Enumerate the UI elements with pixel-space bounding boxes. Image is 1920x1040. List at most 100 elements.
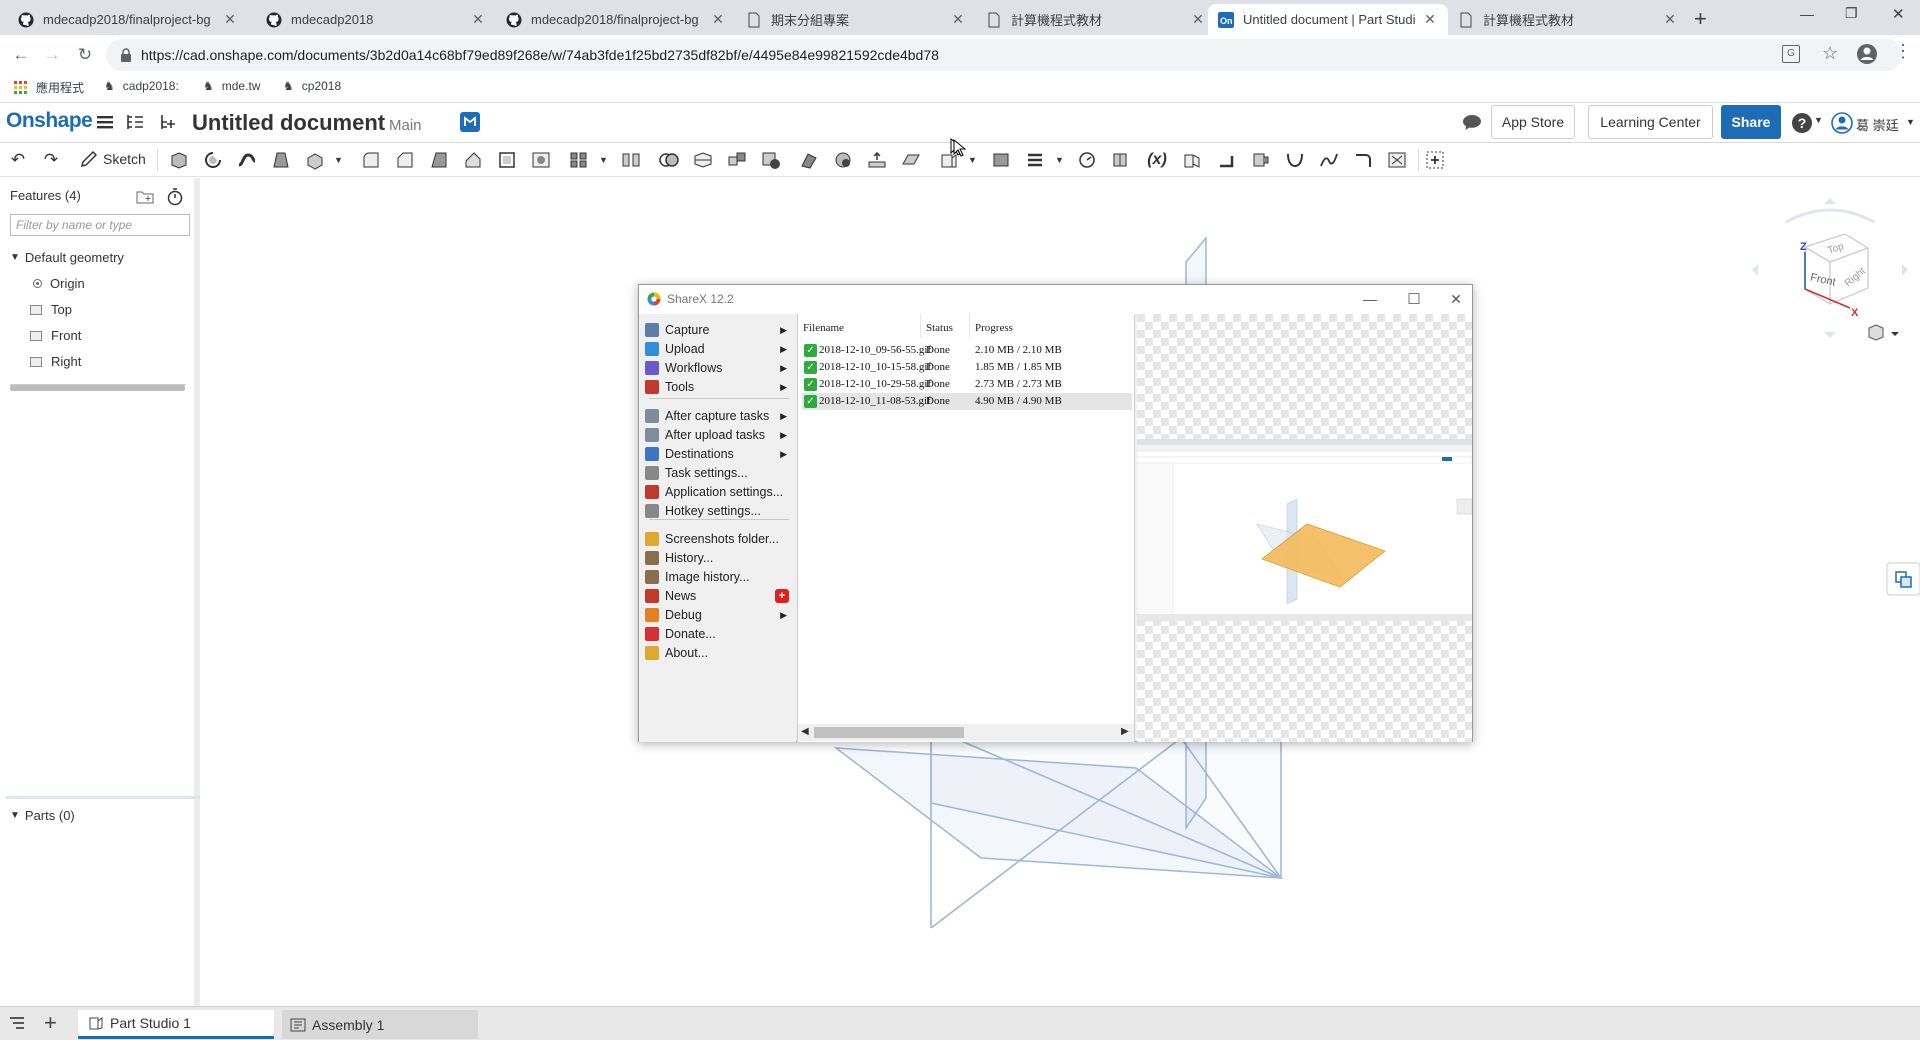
chevron-down-icon[interactable]: ▼	[1055, 155, 1064, 165]
share-button[interactable]: Share	[1721, 105, 1781, 139]
mate-connector-icon[interactable]	[990, 150, 1012, 170]
scroll-left-icon[interactable]: ◀	[801, 726, 809, 737]
horizontal-scrollbar[interactable]: ◀ ▶	[798, 724, 1134, 741]
add-element-button[interactable]: +	[44, 1010, 57, 1036]
minimize-icon[interactable]: —	[1355, 288, 1385, 310]
sharex-window[interactable]: ShareX 12.2 — ☐ ✕ Capture ▶ Upload ▶ Workflo…	[638, 284, 1473, 742]
tree-item-front[interactable]: Front	[30, 328, 81, 343]
loft-icon[interactable]	[270, 150, 292, 170]
bend-icon[interactable]	[1284, 150, 1306, 170]
translate-icon[interactable]: G	[1782, 45, 1800, 63]
plane-icon[interactable]	[900, 150, 922, 170]
user-avatar-icon[interactable]	[1831, 112, 1853, 134]
fillet-icon[interactable]	[360, 150, 382, 170]
new-tab-button[interactable]: +	[1694, 6, 1707, 32]
sketch-button[interactable]: Sketch	[80, 150, 146, 168]
column-header-filename[interactable]: Filename	[803, 322, 844, 334]
scrollbar-thumb[interactable]	[814, 727, 964, 738]
column-header-progress[interactable]: Progress	[975, 322, 1013, 334]
add-custom-feature-icon[interactable]	[1424, 150, 1446, 170]
replace-face-icon[interactable]	[832, 150, 854, 170]
table-row[interactable]: ✓ 2018-12-10_09-56-55.gif Done 2.10 MB /…	[802, 342, 1132, 359]
extrude-icon[interactable]	[168, 150, 190, 170]
bookmark-cadp2018[interactable]: ♞ cadp2018:	[104, 79, 179, 93]
move-face-icon[interactable]	[798, 150, 820, 170]
rollback-bar[interactable]	[10, 385, 185, 391]
hole-icon[interactable]	[530, 150, 552, 170]
comments-icon[interactable]	[1462, 114, 1482, 131]
close-tab-icon[interactable]: ✕	[950, 11, 966, 28]
split-icon[interactable]	[692, 150, 714, 170]
configurations-panel-icon[interactable]	[1886, 562, 1920, 596]
close-tab-icon[interactable]: ✕	[710, 11, 726, 28]
version-graph-icon[interactable]	[460, 112, 480, 132]
app-store-button[interactable]: App Store	[1491, 105, 1575, 139]
unfold-icon[interactable]	[1386, 150, 1408, 170]
close-icon[interactable]: ✕	[1441, 288, 1471, 310]
insert-icon[interactable]	[158, 113, 176, 131]
tree-item-top[interactable]: Top	[30, 302, 72, 317]
chevron-down-icon[interactable]: ▼	[10, 810, 20, 821]
address-bar[interactable]: https://cad.onshape.com/documents/3b2d0a…	[106, 39, 1902, 71]
browser-tab[interactable]: mdecadp2018 ✕	[256, 4, 496, 35]
browser-tab[interactable]: 計算機程式教材 ✕	[1448, 4, 1688, 35]
measure-icon[interactable]	[1076, 150, 1098, 170]
browser-tab-active[interactable]: On Untitled document | Part Studi ✕	[1208, 4, 1448, 35]
default-geometry-node[interactable]: ▼ Default geometry	[10, 250, 124, 265]
view-cube[interactable]: Top Front Right Z X	[1750, 192, 1920, 342]
offset-surface-icon[interactable]	[866, 150, 888, 170]
wrap-icon[interactable]	[1110, 150, 1132, 170]
mirror-icon[interactable]	[620, 150, 642, 170]
bookmark-star-icon[interactable]: ☆	[1822, 43, 1838, 64]
variable-icon[interactable]: (x)	[1144, 150, 1170, 170]
panel-splitter[interactable]	[6, 796, 200, 799]
scroll-right-icon[interactable]: ▶	[1121, 726, 1129, 737]
back-arrow-icon[interactable]: ←	[7, 41, 35, 69]
helix-icon[interactable]	[1024, 150, 1046, 170]
chevron-down-icon[interactable]: ▼	[1814, 115, 1823, 125]
help-icon[interactable]: ?	[1792, 113, 1812, 133]
tab-assembly-1[interactable]: Assembly 1	[282, 1010, 478, 1039]
bookmark-apps[interactable]: 應用程式	[14, 79, 84, 96]
bookmark-cp2018[interactable]: ♞ cp2018	[283, 79, 341, 93]
hamburger-menu-icon[interactable]	[97, 114, 113, 130]
form-icon[interactable]	[1318, 150, 1340, 170]
bookmark-mde[interactable]: ♞ mde.tw	[203, 79, 260, 93]
view-options-icon[interactable]	[1866, 324, 1900, 342]
close-tab-icon[interactable]: ✕	[1422, 11, 1438, 28]
transform-icon[interactable]	[726, 150, 748, 170]
profile-icon[interactable]	[1856, 43, 1878, 65]
browser-tab[interactable]: 計算機程式教材 ✕	[976, 4, 1216, 35]
tree-item-right[interactable]: Right	[30, 354, 81, 369]
revolve-icon[interactable]	[202, 150, 224, 170]
learning-center-button[interactable]: Learning Center	[1588, 105, 1713, 139]
menu-item-tools[interactable]: Tools ▶	[645, 376, 793, 398]
sheet-metal-icon[interactable]	[1182, 150, 1204, 170]
minimize-window-icon[interactable]: —	[1800, 6, 1814, 22]
tab-manager-icon[interactable]	[9, 1016, 25, 1030]
table-row[interactable]: ✓ 2018-12-10_10-15-58.gif Done 1.85 MB /…	[802, 359, 1132, 376]
close-tab-icon[interactable]: ✕	[470, 11, 486, 28]
chevron-down-icon[interactable]: ▼	[968, 155, 977, 165]
feature-filter-input[interactable]: Filter by name or type	[10, 214, 190, 236]
tab-sm-icon[interactable]	[1250, 150, 1272, 170]
column-header-status[interactable]: Status	[926, 322, 953, 334]
menu-item-about[interactable]: About...	[645, 642, 793, 664]
thicken-icon[interactable]	[304, 150, 326, 170]
branch-label[interactable]: Main	[389, 117, 422, 134]
task-list[interactable]: Filename Status Progress ✓ 2018-12-10_09…	[797, 314, 1135, 742]
shell-icon[interactable]	[496, 150, 518, 170]
features-title[interactable]: Features (4)	[10, 188, 81, 203]
flange-icon[interactable]	[1216, 150, 1238, 170]
menu-dots-icon[interactable]: ⋮	[1894, 41, 1912, 62]
table-row-selected[interactable]: ✓ 2018-12-10_11-08-53.gif Done 4.90 MB /…	[802, 393, 1132, 410]
chevron-down-icon[interactable]: ▼	[334, 155, 343, 165]
corner-icon[interactable]	[1352, 150, 1374, 170]
close-tab-icon[interactable]: ✕	[222, 11, 238, 28]
parts-node[interactable]: ▼ Parts (0)	[10, 808, 75, 823]
browser-tab[interactable]: mdecadp2018/finalproject-bg ✕	[8, 4, 248, 35]
onshape-logo[interactable]: Onshape	[6, 109, 93, 133]
maximize-icon[interactable]: ☐	[1399, 288, 1429, 310]
linear-pattern-icon[interactable]	[568, 150, 590, 170]
tab-part-studio-1[interactable]: Part Studio 1	[78, 1010, 274, 1039]
